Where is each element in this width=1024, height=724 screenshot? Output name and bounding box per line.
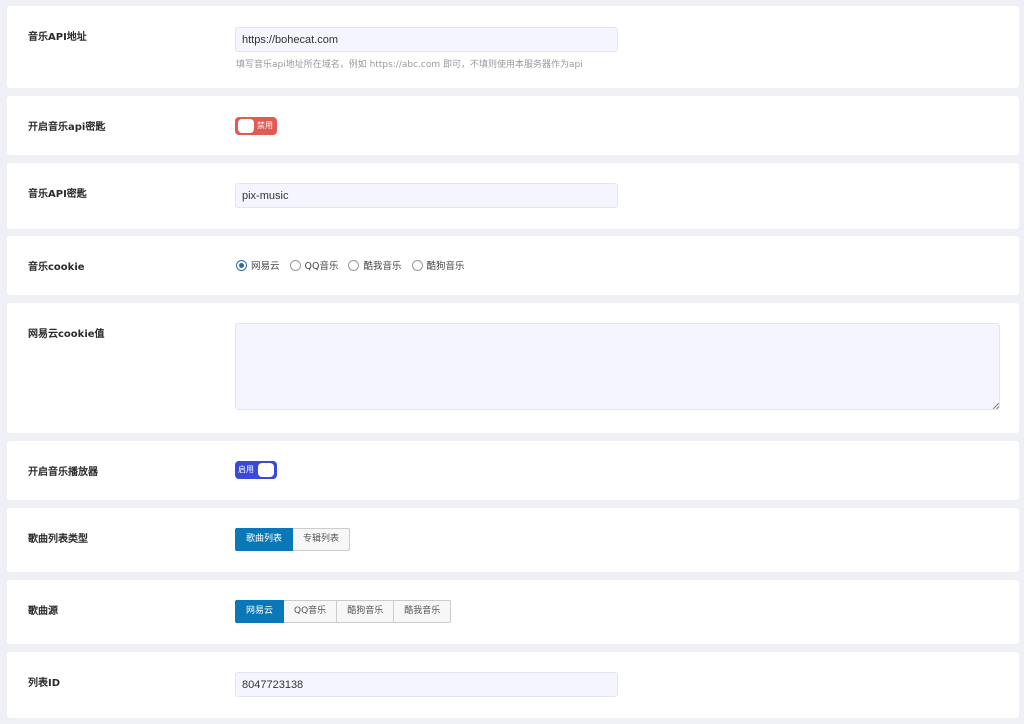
cookie-radio-kugou[interactable]: 酷狗音乐 [411,258,465,272]
switch-knob [238,119,254,133]
list-type-row: 歌曲列表类型 歌曲列表 专辑列表 [7,508,1019,572]
list-id-label: 列表ID [28,678,61,689]
resize-grip-icon[interactable] [993,403,999,409]
list-type-song-button[interactable]: 歌曲列表 [235,528,294,551]
api-key-toggle-row: 开启音乐api密匙 禁用 [7,96,1019,155]
cookie-radio-qq[interactable]: QQ音乐 [289,258,339,272]
cookie-radio-netease[interactable]: 网易云 [236,258,280,272]
list-type-button-group: 歌曲列表 专辑列表 [235,528,351,551]
api-url-row: 音乐API地址 填写音乐api地址所在域名，例如 https://abc.com… [7,6,1019,88]
api-key-toggle-label: 开启音乐api密匙 [28,122,106,133]
api-key-input[interactable] [235,183,618,208]
netease-cookie-textarea[interactable] [235,323,1000,410]
cookie-source-label: 音乐cookie [28,262,85,273]
api-key-label: 音乐API密匙 [28,189,87,200]
list-type-album-button[interactable]: 专辑列表 [293,528,351,551]
radio-checked-icon [236,259,247,271]
player-toggle-row: 开启音乐播放器 启用 [7,441,1019,500]
list-type-label: 歌曲列表类型 [28,534,88,545]
list-id-row: 列表ID [7,652,1019,718]
song-source-row: 歌曲源 网易云 QQ音乐 酷狗音乐 酷我音乐 [7,580,1019,644]
song-source-label: 歌曲源 [28,606,58,617]
list-id-input[interactable] [235,672,618,697]
radio-unchecked-icon [348,259,360,271]
cookie-source-radio-group: 网易云 QQ音乐 酷我音乐 酷狗音乐 [236,258,475,272]
netease-cookie-row: 网易云cookie值 [7,303,1019,433]
song-source-qq-button[interactable]: QQ音乐 [284,600,338,623]
cookie-radio-kuwo[interactable]: 酷我音乐 [348,258,402,272]
song-source-kuwo-button[interactable]: 酷我音乐 [394,600,452,623]
radio-label: 网易云 [251,261,280,272]
song-source-netease-button[interactable]: 网易云 [235,600,285,623]
radio-label: QQ音乐 [304,261,339,272]
player-switch[interactable]: 启用 [235,461,277,479]
api-url-input[interactable] [235,27,618,52]
switch-knob [258,463,274,477]
radio-label: 酷我音乐 [363,261,402,272]
radio-label: 酷狗音乐 [426,261,465,272]
cookie-source-row: 音乐cookie 网易云 QQ音乐 酷我音乐 酷狗音乐 [7,236,1019,295]
switch-state-text: 禁用 [257,121,273,130]
song-source-button-group: 网易云 QQ音乐 酷狗音乐 酷我音乐 [235,600,452,623]
player-toggle-label: 开启音乐播放器 [28,467,98,478]
song-source-kugou-button[interactable]: 酷狗音乐 [337,600,395,623]
radio-unchecked-icon [411,259,423,271]
api-key-switch[interactable]: 禁用 [235,117,277,135]
radio-unchecked-icon [289,259,301,271]
api-key-row: 音乐API密匙 [7,163,1019,229]
netease-cookie-label: 网易云cookie值 [28,329,105,340]
api-url-hint: 填写音乐api地址所在域名，例如 https://abc.com 即可，不填则使… [236,60,583,70]
api-url-label: 音乐API地址 [28,32,87,43]
switch-state-text: 启用 [238,465,254,474]
